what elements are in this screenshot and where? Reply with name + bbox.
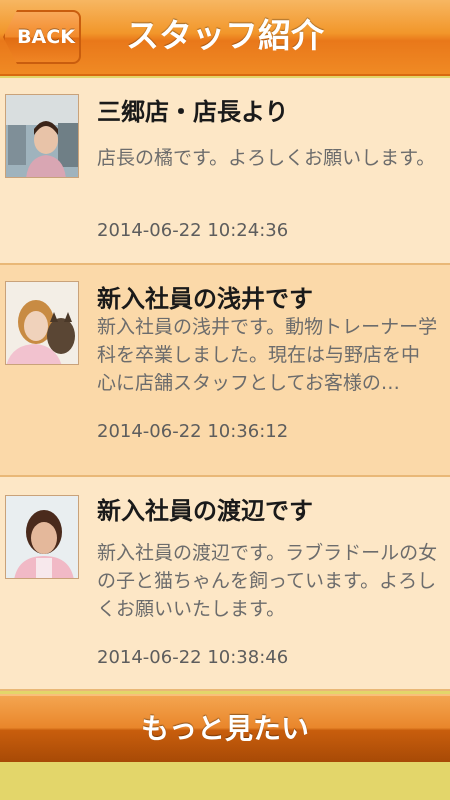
item-date: 2014-06-22 10:24:36 (97, 220, 289, 241)
staff-photo (5, 281, 79, 365)
staff-photo (5, 495, 79, 579)
load-more-button[interactable]: もっと見たい (0, 694, 450, 762)
list-item[interactable]: 三郷店・店長より 店長の橘です。よろしくお願いします。 2014-06-22 1… (0, 78, 450, 265)
item-title: 新入社員の浅井です (97, 285, 313, 313)
staff-list: 三郷店・店長より 店長の橘です。よろしくお願いします。 2014-06-22 1… (0, 78, 450, 691)
item-title: 新入社員の渡辺です (97, 497, 313, 525)
item-title: 三郷店・店長より (97, 98, 289, 126)
item-body: 新入社員の渡辺です。ラブラドールの女の子と猫ちゃんを飼っています。よろしくお願い… (97, 542, 438, 620)
back-button[interactable]: BACK (3, 10, 81, 64)
item-body: 店長の橘です。よろしくお願いします。 (97, 147, 436, 169)
staff-photo (5, 94, 79, 178)
item-body: 新入社員の浅井です。動物トレーナー学科を卒業しました。現在は与野店を中心に店舗ス… (97, 316, 438, 394)
list-item[interactable]: 新入社員の渡辺です 新入社員の渡辺です。ラブラドールの女の子と猫ちゃんを飼ってい… (0, 477, 450, 691)
item-date: 2014-06-22 10:38:46 (97, 647, 289, 668)
header-bar: スタッフ紹介 BACK (0, 0, 450, 76)
list-item[interactable]: 新入社員の浅井です 新入社員の浅井です。動物トレーナー学科を卒業しました。現在は… (0, 265, 450, 477)
item-date: 2014-06-22 10:36:12 (97, 421, 289, 442)
